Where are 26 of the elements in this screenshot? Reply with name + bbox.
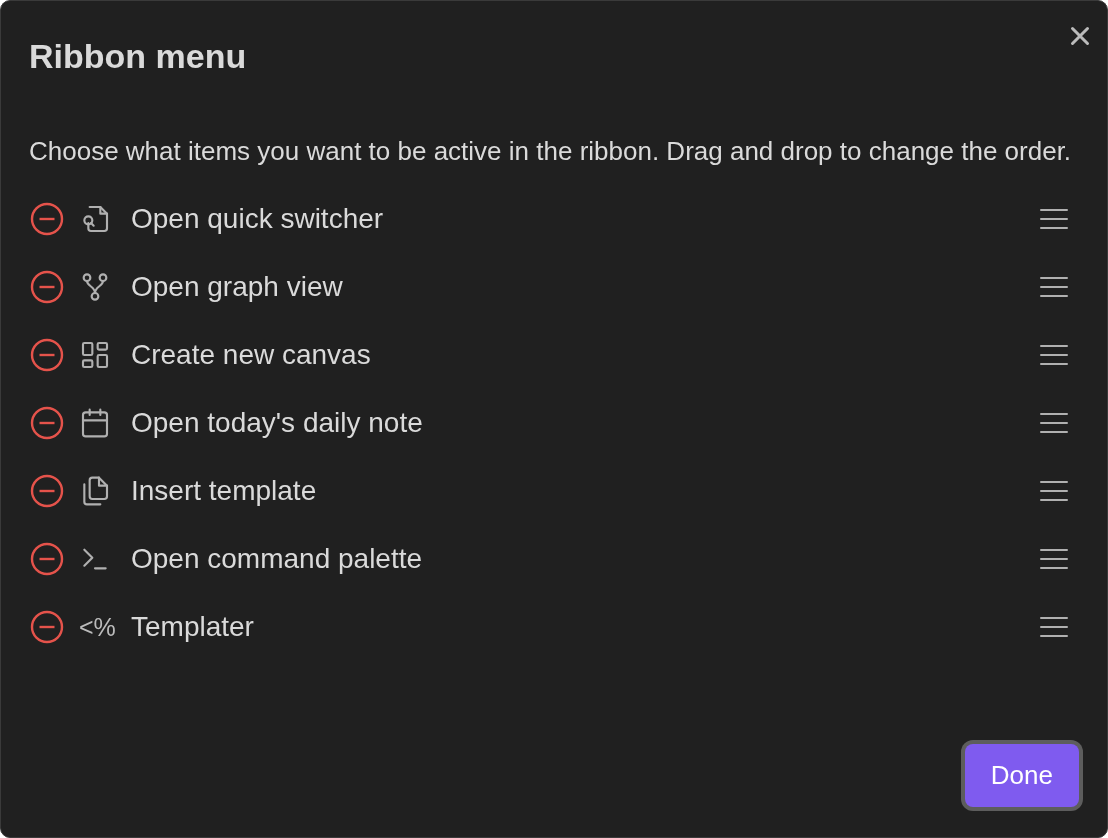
item-label: Open quick switcher: [131, 203, 385, 235]
drag-handle-icon[interactable]: [1039, 411, 1069, 435]
drag-handle-icon[interactable]: [1039, 343, 1069, 367]
glyph-icon: <%: [79, 612, 115, 642]
drag-handle-icon[interactable]: [1039, 547, 1069, 571]
grid-icon: [79, 339, 111, 371]
remove-icon[interactable]: [29, 269, 65, 305]
description-text: Choose what items you want to be active in the ribbon. Drag and drop to change the order.: [29, 135, 1073, 168]
drag-handle-icon[interactable]: [1039, 275, 1069, 299]
dialog-title: Ribbon menu: [29, 37, 247, 76]
item-label: Create new canvas: [131, 339, 372, 371]
drag-handle-icon[interactable]: [1039, 479, 1069, 503]
item-label: Insert template: [131, 475, 318, 507]
item-label: Open graph view: [131, 271, 344, 303]
remove-icon[interactable]: [29, 201, 65, 237]
item-label: Open command palette: [131, 543, 424, 575]
item-label: Open today's daily note: [131, 407, 424, 439]
remove-icon[interactable]: [29, 541, 65, 577]
remove-icon[interactable]: [29, 473, 65, 509]
remove-icon[interactable]: [29, 405, 65, 441]
drag-handle-icon[interactable]: [1039, 615, 1069, 639]
remove-icon[interactable]: [29, 609, 65, 645]
drag-handle-icon[interactable]: [1039, 207, 1069, 231]
calendar-icon: [79, 407, 111, 439]
remove-icon[interactable]: [29, 337, 65, 373]
item-label: Templater: [131, 611, 255, 643]
